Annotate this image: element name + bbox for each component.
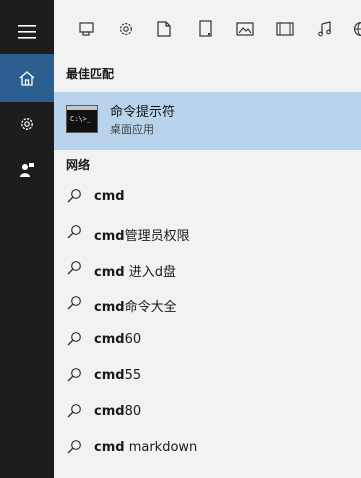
query-rest: 80 [124, 404, 142, 419]
query-bold: cmd [94, 332, 125, 347]
gear-icon [19, 116, 35, 132]
web-result-7[interactable]: cmd80 [54, 395, 361, 429]
search-icon [66, 295, 82, 311]
search-icon [66, 188, 82, 204]
image-icon[interactable] [236, 20, 254, 38]
home-icon [19, 70, 35, 86]
search-icon [66, 331, 82, 347]
left-rail [0, 0, 54, 478]
query-bold: cmd [94, 300, 125, 315]
query-bold: cmd [94, 189, 125, 204]
menu-button[interactable] [0, 8, 54, 56]
web-result-5[interactable]: cmd60 [54, 323, 361, 357]
command-prompt-icon: C:\>_ [66, 105, 98, 133]
web-result-1[interactable]: cmd [54, 180, 361, 214]
web-result-6[interactable]: cmd55 [54, 359, 361, 393]
app-name: 命令提示符 [110, 105, 176, 120]
web-result-2[interactable]: cmd管理员权限 [54, 216, 361, 250]
query-rest: 60 [124, 332, 142, 347]
best-match-item[interactable]: C:\>_ 命令提示符 桌面应用 [54, 92, 361, 150]
query-bold: cmd [94, 404, 125, 419]
search-icon [66, 439, 82, 455]
video-icon[interactable] [276, 20, 294, 38]
home-button[interactable] [0, 54, 54, 102]
document-icon[interactable] [155, 20, 173, 38]
tablet-icon[interactable] [197, 20, 215, 38]
query-rest: 命令大全 [124, 300, 177, 315]
query-bold: cmd [94, 440, 125, 455]
query-bold: cmd [94, 368, 125, 383]
globe-icon[interactable] [352, 20, 361, 38]
music-icon[interactable] [316, 20, 334, 38]
feedback-button[interactable] [0, 146, 54, 194]
app-type: 桌面应用 [110, 123, 154, 136]
query-bold: cmd [94, 229, 125, 244]
app-window-icon[interactable] [78, 20, 96, 38]
filter-toolbar [54, 0, 361, 58]
query-rest: 55 [124, 368, 142, 383]
search-icon [66, 403, 82, 419]
search-results-panel: 最佳匹配 C:\>_ 命令提示符 桌面应用 网络 cmd cmd管理员权限 cm… [54, 58, 361, 478]
web-header: 网络 [66, 158, 91, 172]
query-rest: 进入d盘 [124, 265, 176, 280]
web-result-3[interactable]: cmd 进入d盘 [54, 252, 361, 286]
gear-icon[interactable] [117, 20, 135, 38]
query-rest: 管理员权限 [124, 229, 190, 244]
settings-button[interactable] [0, 100, 54, 148]
user-feedback-icon [19, 162, 35, 178]
search-icon [66, 260, 82, 276]
query-bold: cmd [94, 265, 125, 280]
web-result-4[interactable]: cmd命令大全 [54, 287, 361, 321]
query-rest: markdown [124, 440, 198, 455]
best-match-header: 最佳匹配 [66, 67, 115, 81]
web-result-8[interactable]: cmd markdown [54, 431, 361, 465]
search-icon [66, 224, 82, 240]
search-icon [66, 367, 82, 383]
hamburger-icon [18, 25, 36, 39]
